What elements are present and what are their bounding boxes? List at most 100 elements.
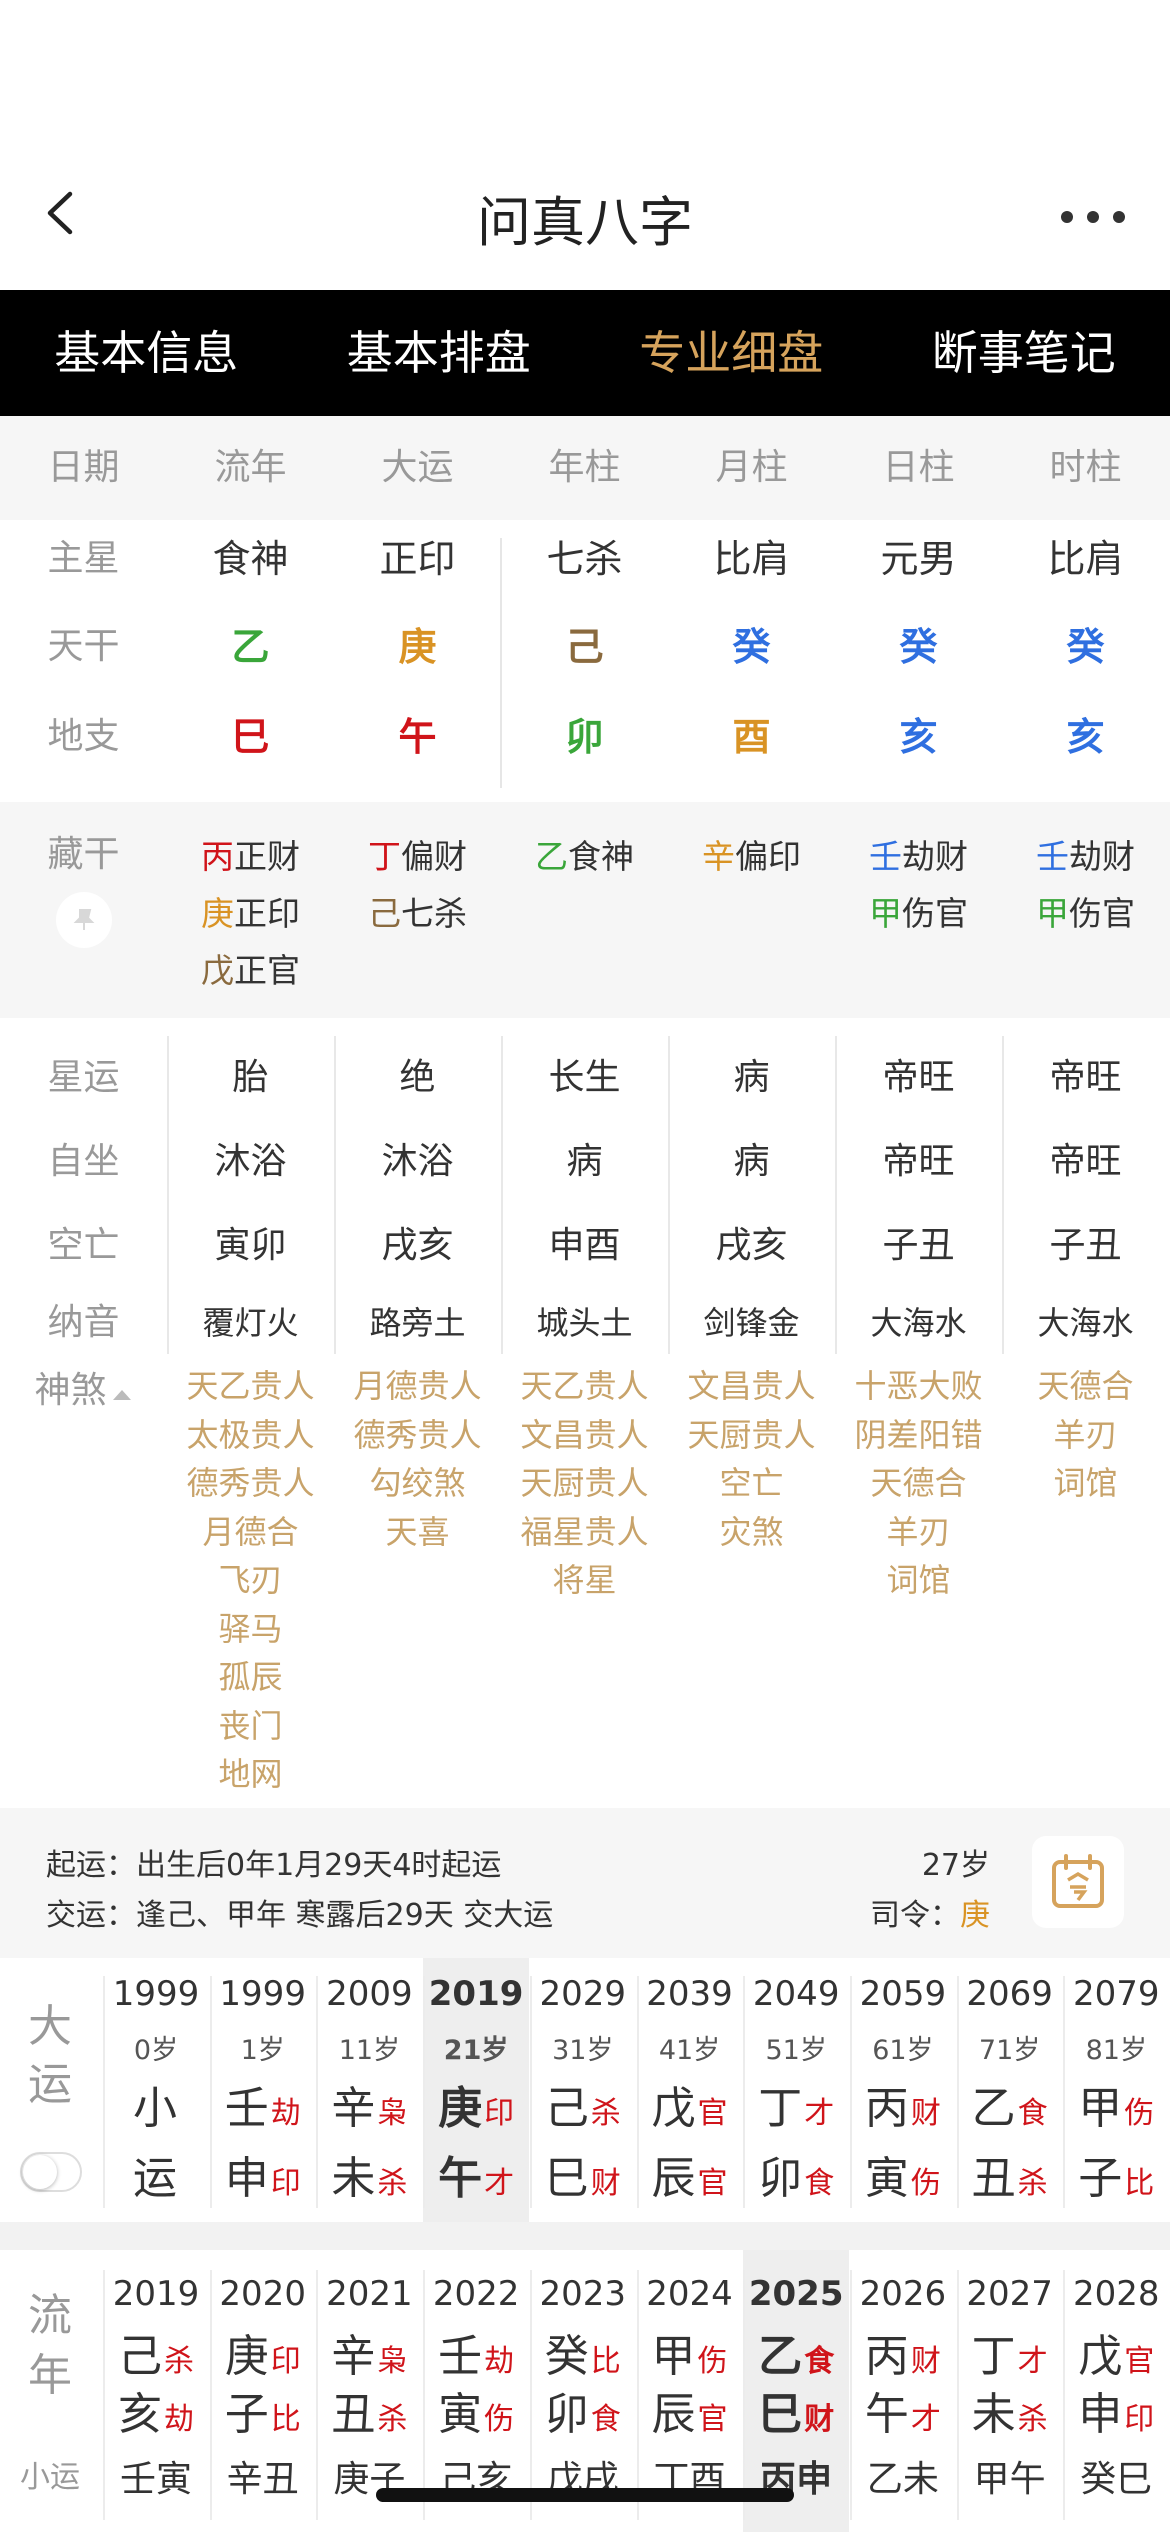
dayun-column[interactable]: 1999 1岁 壬劫 申印 [210,1958,316,2222]
canggan-gan: 甲 [1036,894,1069,933]
shensha-item[interactable]: 文昌贵人 [501,1411,668,1460]
shensha-item[interactable]: 太极贵人 [167,1411,334,1460]
dayun-column[interactable]: 2069 71岁 乙食 丑杀 [957,1958,1063,2222]
shensha-item[interactable]: 飞刃 [167,1556,334,1605]
main-star: 元男 [880,537,957,581]
tab-pro-chart[interactable]: 专业细盘 [585,290,878,416]
liunian-gan-shishen: 财 [910,2344,941,2379]
dayun-age: 81岁 [1085,2035,1147,2066]
dayun-column[interactable]: 2079 81岁 甲伤 子比 [1063,1958,1169,2222]
tab-notes[interactable]: 断事笔记 [878,290,1170,416]
liunian-gan-char: 庚 [224,2331,269,2382]
siling-value: 庚 [960,1898,990,1933]
dayun-year: 1999 [219,1974,306,2014]
shensha-item[interactable]: 十恶大败 [835,1362,1002,1411]
shensha-item[interactable]: 词馆 [1002,1459,1169,1508]
dayun-gan-char: 辛 [331,2083,376,2134]
shensha-item[interactable]: 天厨贵人 [668,1411,835,1460]
main-star: 七杀 [546,537,623,581]
dayun-column[interactable]: 2019 21岁 庚印 午才 [423,1958,530,2222]
liunian-gan: 戊官 [1063,2320,1169,2384]
dayun-gan-char: 壬 [224,2083,269,2134]
liunian-column[interactable]: 2027 丁才 未杀 甲午 [957,2250,1063,2532]
dayun-zhi-shishen: 伤 [910,2166,941,2201]
xingyun-row: 星运 胎 绝 长生 病 帝旺 帝旺 [0,1036,1170,1120]
canggan-shishen: 伤官 [902,894,968,933]
dayun-column[interactable]: 2059 61岁 丙财 寅伤 [850,1958,956,2222]
dayun-column[interactable]: 2029 31岁 己杀 巳财 [530,1958,636,2222]
shensha-item[interactable]: 天喜 [334,1508,501,1557]
shensha-item[interactable]: 勾绞煞 [334,1459,501,1508]
liunian-column[interactable]: 2019 己杀 亥劫 壬寅 [103,2250,209,2532]
zizuo-cell: 沐浴 [381,1141,454,1182]
shensha-toggle[interactable]: 神煞 [0,1362,167,1426]
kongwang-cell: 子丑 [882,1225,955,1266]
shensha-item[interactable]: 空亡 [668,1459,835,1508]
shensha-item[interactable]: 月德合 [167,1508,334,1557]
liunian-column[interactable]: 2026 丙财 午才 乙未 [850,2250,956,2532]
liunian-zhi-shishen: 印 [1124,2402,1155,2437]
shensha-item[interactable]: 德秀贵人 [167,1459,334,1508]
xiaoyun-value: 甲午 [973,2459,1046,2500]
liunian-zhi: 卯食 [530,2378,636,2442]
dayun-column[interactable]: 2049 51岁 丁才 卯食 [743,1958,849,2222]
liunian-gan-char: 戊 [1078,2331,1123,2382]
shensha-item[interactable]: 地网 [167,1750,334,1799]
divider [743,1976,746,2208]
shensha-item[interactable]: 福星贵人 [501,1508,668,1557]
shensha-item[interactable]: 词馆 [835,1556,1002,1605]
canggan-shishen: 正印 [234,894,300,933]
dayun-zhi-char: 巳 [544,2153,589,2204]
liunian-zhi: 巳财 [743,2378,849,2442]
more-options-icon[interactable] [1060,210,1126,224]
shensha-item[interactable]: 孤辰 [167,1653,334,1702]
page-title: 问真八字 [477,191,693,254]
row-label: 天干 [47,626,120,667]
liunian-gan-shishen: 枭 [377,2344,408,2379]
main-star: 比肩 [713,537,790,581]
shensha-item[interactable]: 天德合 [835,1459,1002,1508]
liunian-label-char: 流 [28,2290,72,2341]
liunian-gan: 己杀 [103,2320,209,2384]
shensha-item[interactable]: 文昌贵人 [668,1362,835,1411]
xingyun-cell: 病 [733,1057,770,1098]
divider [849,2270,852,2520]
canggan-item: 戊正官 [167,942,334,999]
shensha-item[interactable]: 月德贵人 [334,1362,501,1411]
shensha-item[interactable]: 驿马 [167,1605,334,1654]
calendar-today-button[interactable] [1032,1836,1124,1928]
canggan-col: 壬劫财 甲伤官 [1002,828,1169,942]
liunian-column[interactable]: 2020 庚印 子比 辛丑 [210,2250,316,2532]
dizhi-row: 地支 巳 午 卯 酉 亥 亥 [0,692,1170,782]
tab-basic-info[interactable]: 基本信息 [0,290,293,416]
dayun-age: 0岁 [133,2035,179,2066]
shensha-item[interactable]: 天乙贵人 [167,1362,334,1411]
dayun-year: 2039 [646,1974,733,2014]
shensha-item[interactable]: 丧门 [167,1702,334,1751]
dayun-gan-char: 丙 [864,2083,909,2134]
shensha-item[interactable]: 将星 [501,1556,668,1605]
dayun-gan-shishen: 财 [910,2096,941,2131]
tiangan-char: 癸 [1066,625,1105,669]
shensha-item[interactable]: 天德合 [1002,1362,1169,1411]
shensha-item[interactable]: 羊刃 [835,1508,1002,1557]
shensha-item[interactable]: 天厨贵人 [501,1459,668,1508]
dayun-column[interactable]: 2039 41岁 戊官 辰官 [637,1958,743,2222]
shensha-item[interactable]: 天乙贵人 [501,1362,668,1411]
tiangan-char: 乙 [231,625,270,669]
liunian-zhi-char: 寅 [438,2389,483,2440]
shensha-item[interactable]: 阴差阳错 [835,1411,1002,1460]
dayun-column[interactable]: 1999 0岁小运 [103,1958,209,2222]
dizhi-char: 午 [398,715,437,759]
liunian-zhi: 未杀 [957,2378,1063,2442]
liunian-column[interactable]: 2028 戊官 申印 癸巳 [1063,2250,1169,2532]
dayun-toggle-switch[interactable] [20,2152,82,2192]
home-indicator[interactable] [376,2488,794,2502]
pin-icon[interactable] [56,892,112,948]
shensha-item[interactable]: 羊刃 [1002,1411,1169,1460]
shensha-item[interactable]: 德秀贵人 [334,1411,501,1460]
shensha-item[interactable]: 灾煞 [668,1508,835,1557]
dayun-zhi-char: 辰 [651,2153,696,2204]
tab-basic-chart[interactable]: 基本排盘 [293,290,586,416]
dayun-column[interactable]: 2009 11岁 辛枭 未杀 [316,1958,422,2222]
